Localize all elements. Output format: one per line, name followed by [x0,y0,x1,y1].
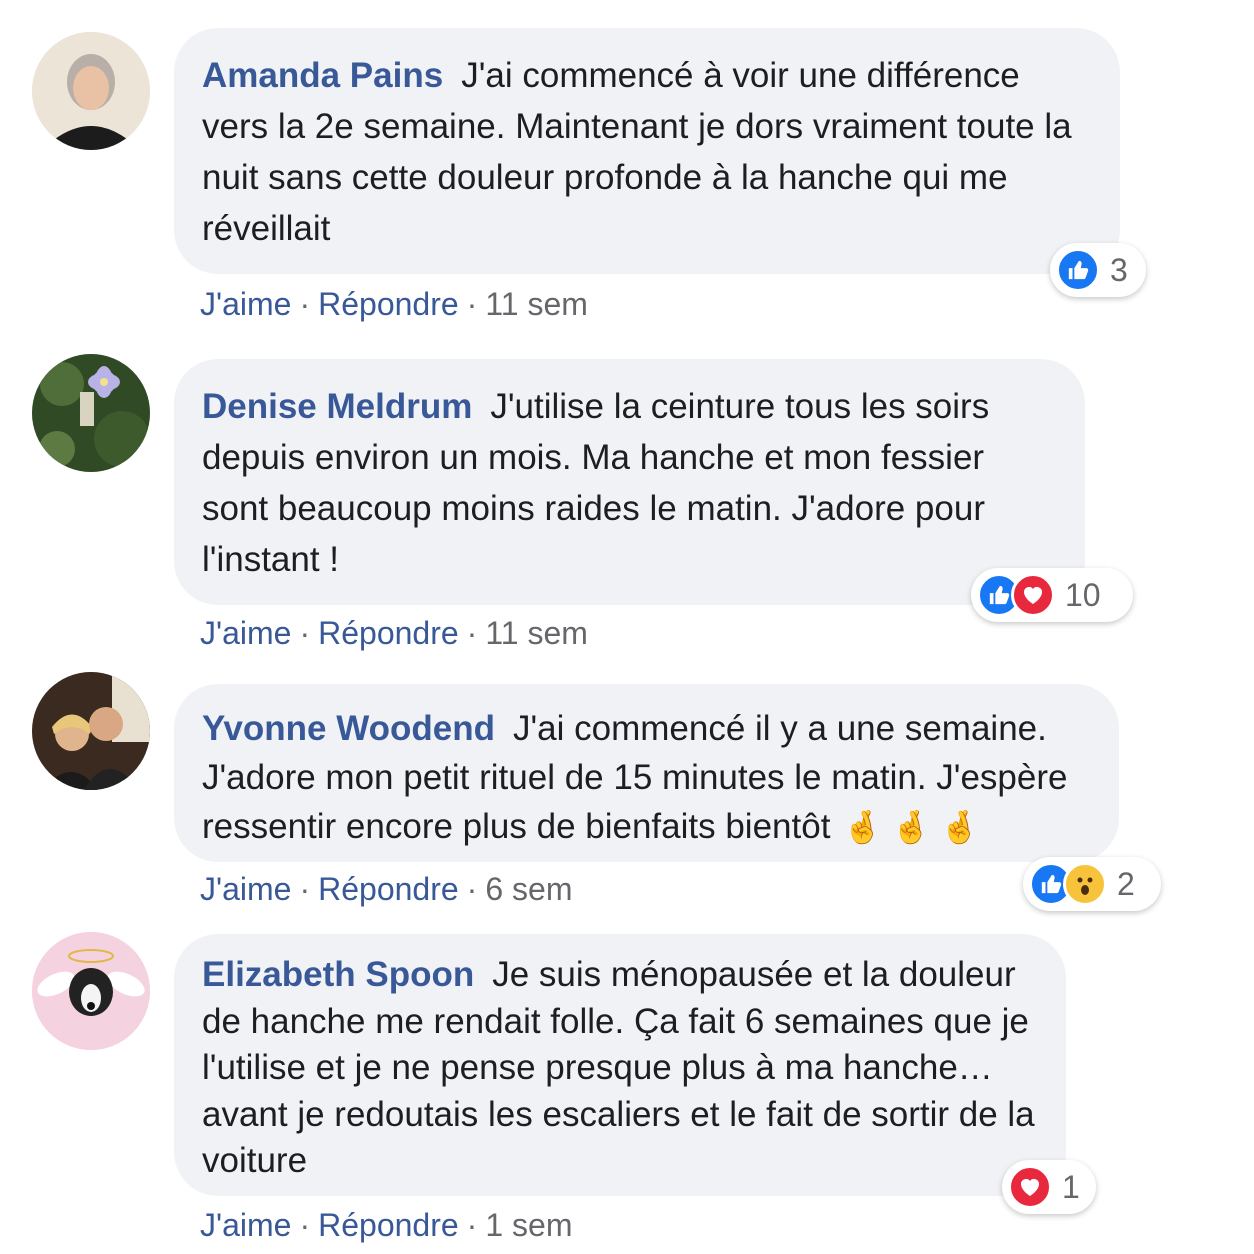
reaction-summary[interactable]: 10 [971,568,1133,622]
reaction-count: 1 [1062,1168,1080,1205]
timestamp[interactable]: 1 sem [485,1207,572,1243]
like-link[interactable]: J'aime [200,615,291,651]
reaction-count: 10 [1065,576,1101,613]
avatar[interactable] [32,672,150,790]
heart-icon [1008,1165,1052,1209]
reply-link[interactable]: Répondre [318,1207,459,1243]
heart-icon [1011,573,1055,617]
reaction-count: 3 [1110,251,1128,288]
wow-icon [1063,862,1107,906]
commenter-name[interactable]: Yvonne Woodend [202,709,495,748]
reaction-summary[interactable]: 2 [1023,857,1161,911]
like-icon [1056,248,1100,292]
comment-bubble: Elizabeth Spoon Je suis ménopausée et la … [174,934,1066,1196]
avatar[interactable] [32,32,150,150]
comment-actions: J'aime · Répondre · 11 sem [200,286,588,322]
comment-bubble: Yvonne Woodend J'ai commencé il y a une s… [174,684,1119,862]
like-link[interactable]: J'aime [200,286,291,322]
avatar[interactable] [32,932,150,1050]
commenter-name[interactable]: Amanda Pains [202,56,443,95]
like-link[interactable]: J'aime [200,1207,291,1243]
timestamp[interactable]: 11 sem [485,615,588,651]
reply-link[interactable]: Répondre [318,871,459,907]
reply-link[interactable]: Répondre [318,615,459,651]
comment-actions: J'aime · Répondre · 6 sem [200,871,573,907]
avatar[interactable] [32,354,150,472]
crossed-fingers-emoji: 🤞 🤞 🤞 [842,809,980,845]
reaction-summary[interactable]: 3 [1050,243,1146,297]
reaction-count: 2 [1117,865,1135,902]
like-link[interactable]: J'aime [200,871,291,907]
timestamp[interactable]: 6 sem [485,871,572,907]
commenter-name[interactable]: Denise Meldrum [202,387,472,426]
comment-actions: J'aime · Répondre · 11 sem [200,615,588,651]
commenter-name[interactable]: Elizabeth Spoon [202,955,474,994]
reply-link[interactable]: Répondre [318,286,459,322]
reaction-summary[interactable]: 1 [1002,1160,1096,1214]
timestamp[interactable]: 11 sem [485,286,588,322]
comment-bubble: Denise Meldrum J'utilise la ceinture tous… [174,359,1085,605]
comment-bubble: Amanda Pains J'ai commencé à voir une dif… [174,28,1120,274]
comment-actions: J'aime · Répondre · 1 sem [200,1207,573,1243]
